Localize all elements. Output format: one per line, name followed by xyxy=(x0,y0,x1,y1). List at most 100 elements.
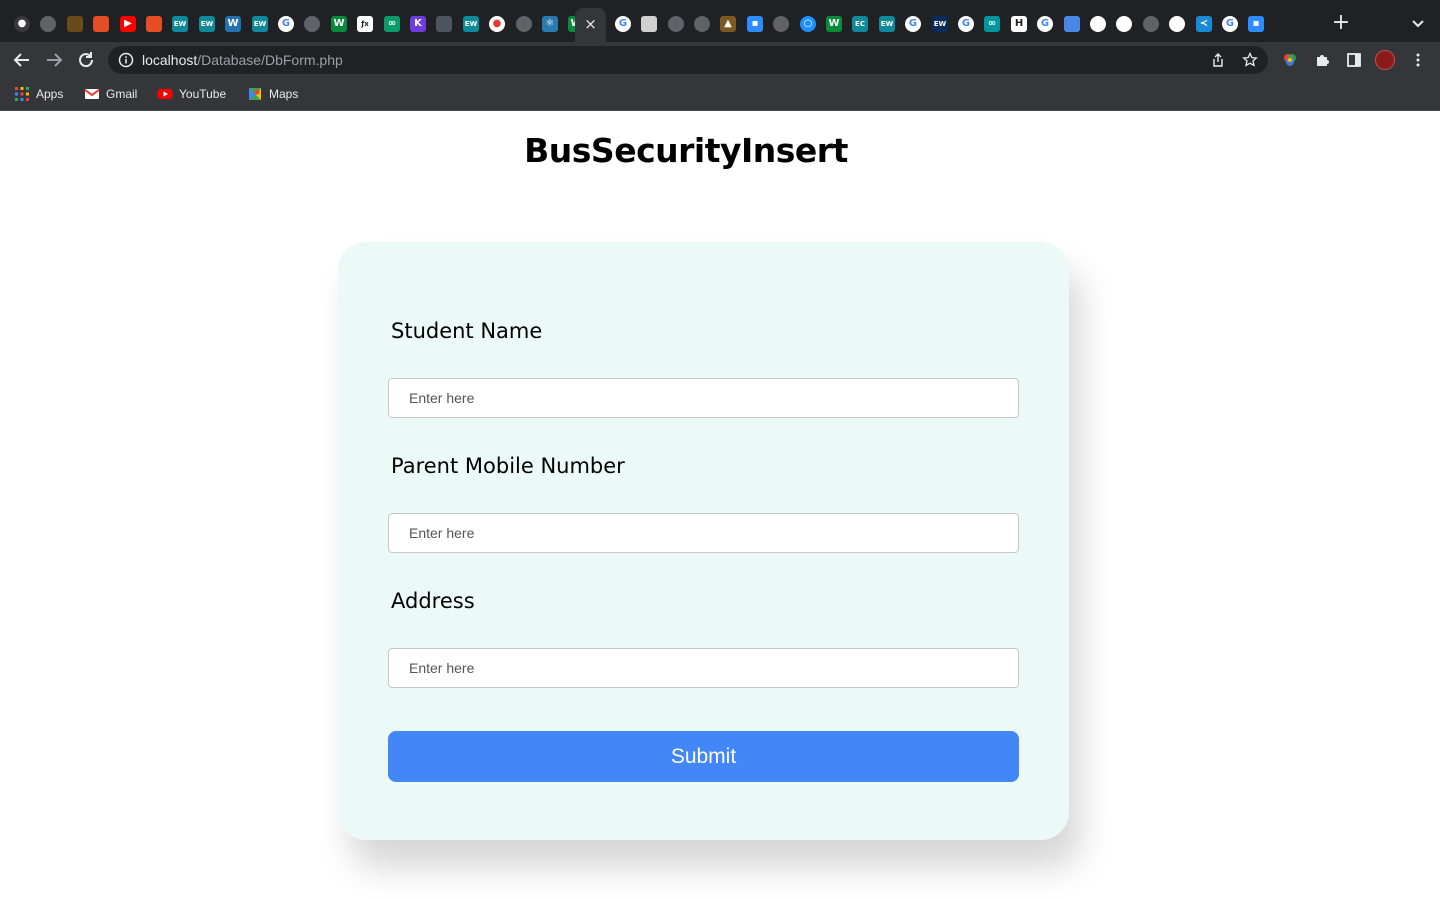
bookmarks-bar: Apps Gmail YouTube Maps xyxy=(0,78,1440,111)
bookmark-label: Maps xyxy=(269,87,299,101)
safari-glyph: ○ xyxy=(803,18,813,29)
folder-icon[interactable] xyxy=(1064,16,1080,32)
k-icon[interactable]: K xyxy=(410,16,426,32)
ew-icon[interactable]: EW xyxy=(932,16,948,32)
globe-icon[interactable] xyxy=(40,16,56,32)
reload-icon[interactable] xyxy=(74,48,98,72)
excel-glyph: ƒx xyxy=(361,20,369,28)
color-picker-extension-icon[interactable] xyxy=(1282,52,1298,68)
w-icon[interactable]: W xyxy=(826,16,842,32)
site-info-icon[interactable] xyxy=(118,52,134,68)
h-glyph: H xyxy=(1014,18,1024,29)
new-tab-button[interactable]: + xyxy=(1330,12,1352,34)
bookmark-youtube[interactable]: YouTube xyxy=(157,85,226,103)
bookmark-maps[interactable]: Maps xyxy=(247,85,298,103)
active-tab[interactable]: × xyxy=(575,8,606,42)
student-name-input[interactable] xyxy=(388,378,1019,418)
back-arrow-icon[interactable] xyxy=(10,48,34,72)
react-glyph: ⚛ xyxy=(545,18,555,29)
infinity-icon[interactable]: ∞ xyxy=(384,16,400,32)
bookmark-apps[interactable]: Apps xyxy=(14,85,63,103)
address-bar[interactable]: localhost/Database/DbForm.php xyxy=(108,46,1268,74)
html5-icon[interactable] xyxy=(146,16,162,32)
tree-glyph: ▲ xyxy=(724,18,732,29)
extensions-puzzle-icon[interactable] xyxy=(1314,52,1330,68)
google-icon[interactable]: G xyxy=(1222,16,1238,32)
tree-icon[interactable]: ▲ xyxy=(720,16,736,32)
html5-icon[interactable] xyxy=(93,16,109,32)
zoom-icon[interactable]: ▪ xyxy=(747,16,763,32)
zoom-icon[interactable]: ▪ xyxy=(1248,16,1264,32)
google-glyph: G xyxy=(908,18,918,29)
github-icon[interactable] xyxy=(1116,16,1132,32)
google-icon[interactable]: G xyxy=(958,16,974,32)
ew-icon[interactable]: EW xyxy=(879,16,895,32)
image-icon[interactable] xyxy=(641,16,657,32)
wordpress-icon[interactable]: W xyxy=(225,16,241,32)
google-icon[interactable]: G xyxy=(905,16,921,32)
ew-icon[interactable]: EW xyxy=(199,16,215,32)
globe-icon[interactable] xyxy=(773,16,789,32)
vscode-glyph: ≺ xyxy=(1199,18,1209,29)
ew-icon[interactable]: EW xyxy=(252,16,268,32)
youtube-glyph: ▶ xyxy=(124,18,132,29)
arduino-icon[interactable]: ∞ xyxy=(984,16,1000,32)
google-icon[interactable]: G xyxy=(278,16,294,32)
address-url: localhost/Database/DbForm.php xyxy=(142,52,343,68)
react-icon[interactable]: ⚛ xyxy=(542,16,558,32)
flame-icon[interactable] xyxy=(67,16,83,32)
address-label: Address xyxy=(391,589,475,613)
w-icon[interactable]: W xyxy=(331,16,347,32)
bus-security-form: Student Name Parent Mobile Number Addres… xyxy=(338,242,1069,840)
github-glyph: ● xyxy=(17,18,27,29)
parent-mobile-number-label: Parent Mobile Number xyxy=(391,454,625,478)
globe-icon[interactable] xyxy=(304,16,320,32)
google-icon[interactable]: G xyxy=(615,16,631,32)
zoom-glyph: ▪ xyxy=(751,18,759,29)
youtube-icon xyxy=(157,86,173,102)
record-icon[interactable]: ● xyxy=(489,16,505,32)
safari-icon[interactable]: ○ xyxy=(800,16,816,32)
close-tab-icon[interactable]: × xyxy=(575,15,606,33)
submit-button[interactable]: Submit xyxy=(388,731,1019,782)
youtube-icon[interactable]: ▶ xyxy=(120,16,136,32)
tab-search-chevron-icon[interactable] xyxy=(1408,14,1428,34)
h-icon[interactable]: H xyxy=(1011,16,1027,32)
globe-icon[interactable] xyxy=(694,16,710,32)
k-glyph: K xyxy=(414,18,422,29)
bookmark-label: YouTube xyxy=(179,87,227,101)
ec-icon[interactable]: EC xyxy=(852,16,868,32)
github-icon[interactable] xyxy=(1169,16,1185,32)
address-host: localhost xyxy=(142,52,198,68)
globe-icon[interactable] xyxy=(668,16,684,32)
ew-icon[interactable]: EW xyxy=(172,16,188,32)
ew-icon[interactable]: EW xyxy=(463,16,479,32)
maps-icon xyxy=(247,86,263,102)
w-glyph: W xyxy=(333,18,345,29)
globe-icon[interactable] xyxy=(1143,16,1159,32)
side-panel-icon[interactable] xyxy=(1346,52,1362,68)
arduino-glyph: ∞ xyxy=(987,18,997,29)
student-name-label: Student Name xyxy=(391,319,543,343)
wordpress-glyph: W xyxy=(227,18,239,29)
github-icon[interactable]: ● xyxy=(14,16,30,32)
github-icon[interactable] xyxy=(1090,16,1106,32)
browser-menu-icon[interactable] xyxy=(1410,52,1426,68)
share-icon[interactable] xyxy=(1210,52,1226,68)
profile-avatar[interactable] xyxy=(1375,50,1395,70)
google-icon[interactable]: G xyxy=(1037,16,1053,32)
forward-arrow-icon[interactable] xyxy=(42,48,66,72)
bookmark-star-icon[interactable] xyxy=(1242,51,1258,68)
ec-glyph: EC xyxy=(855,20,865,28)
ew-glyph: EW xyxy=(880,20,894,28)
shield-icon[interactable] xyxy=(436,16,452,32)
vscode-icon[interactable]: ≺ xyxy=(1196,16,1212,32)
parent-mobile-number-input[interactable] xyxy=(388,513,1019,553)
google-glyph: G xyxy=(1225,18,1235,29)
address-input[interactable] xyxy=(388,648,1019,688)
globe-icon[interactable] xyxy=(516,16,532,32)
browser-toolbar: localhost/Database/DbForm.php xyxy=(0,42,1440,78)
bookmark-label: Gmail xyxy=(106,87,138,101)
excel-icon[interactable]: ƒx xyxy=(357,16,373,32)
bookmark-gmail[interactable]: Gmail xyxy=(84,85,137,103)
